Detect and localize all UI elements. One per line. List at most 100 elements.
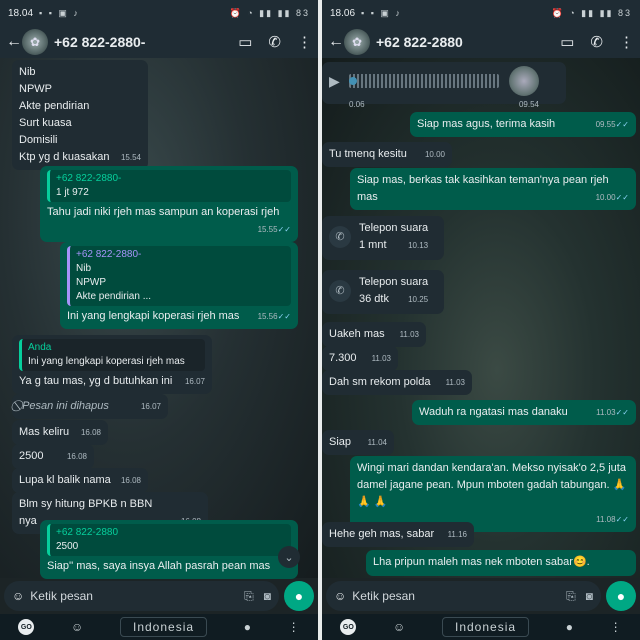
message-time: 10.13 — [408, 241, 429, 250]
call-duration: 1 mnt — [359, 239, 387, 251]
message-bubble-incoming[interactable]: Uakeh mas 11.03 — [322, 322, 426, 347]
message-text: Lupa kl balik nama — [19, 474, 111, 486]
attach-icon[interactable]: ⎘ — [244, 589, 254, 604]
smile-emoji: 😊 — [572, 556, 587, 568]
system-icons: ⏰ ◔ ▮▮ ▮▮ 83 — [229, 7, 310, 18]
message-list[interactable]: Nib NPWP Akte pendirian Surt kuasa Domis… — [0, 58, 318, 579]
quoted-sender: +62 822-2880 — [56, 527, 119, 538]
quoted-message[interactable]: +62 822-2880- Nib NPWP Akte pendirian ... — [67, 246, 291, 306]
message-bubble-incoming[interactable]: 2500 16.08 — [12, 444, 94, 469]
keyboard-language[interactable]: Indonesia — [119, 617, 208, 637]
video-call-icon[interactable]: ▭ — [560, 33, 574, 51]
message-bubble-outgoing[interactable]: Siap mas agus, terima kasih 09.55✓✓ — [410, 112, 636, 137]
back-arrow-icon[interactable]: ← — [328, 33, 344, 51]
go-keyboard-icon[interactable]: GO — [340, 619, 357, 635]
message-bubble-incoming[interactable]: Anda Ini yang lengkapi koperasi rjeh mas … — [12, 335, 212, 394]
message-bubble-incoming[interactable]: Hehe geh mas, sabar 11.16 — [322, 522, 474, 547]
message-bubble-incoming[interactable]: Lupa kl balik nama 16.08 — [12, 468, 148, 493]
contact-name[interactable]: +62 822-2880- — [54, 34, 174, 50]
message-text: Tahu jadi niki rjeh mas sampun an kopera… — [47, 206, 280, 218]
message-bubble-incoming[interactable]: Siap 11.04 — [322, 430, 394, 455]
message-bubble-outgoing[interactable]: +62 822-2880- Nib NPWP Akte pendirian ... I… — [60, 242, 298, 329]
quoted-sender: Anda — [28, 342, 52, 353]
message-text: 7.300 — [329, 352, 357, 364]
message-bubble-outgoing[interactable]: +62 822-2880 2500 Siap'' mas, saya insya … — [40, 520, 298, 579]
voice-call-icon[interactable]: ✆ — [268, 33, 281, 51]
read-receipt-icon: ✓✓ — [615, 408, 629, 417]
keyboard-mic-icon[interactable]: ● — [244, 620, 251, 634]
message-line: Surt kuasa — [19, 117, 72, 129]
message-list[interactable]: ▶ 0.06 09.54 Siap mas agus, terima kasih 0… — [322, 58, 640, 578]
message-time: 16.08 — [80, 428, 101, 437]
voice-message[interactable]: ▶ 0.06 09.54 — [322, 62, 566, 109]
message-time: 11.03 — [445, 378, 465, 387]
more-options-icon[interactable]: ⋮ — [297, 33, 312, 51]
emoji-keyboard-icon[interactable]: ☺ — [393, 620, 405, 634]
camera-icon[interactable]: ◙ — [586, 589, 593, 603]
quoted-text: 1 jt 972 — [56, 187, 89, 198]
contact-avatar[interactable]: ✿ — [22, 29, 48, 55]
more-options-icon[interactable]: ⋮ — [619, 33, 634, 51]
keyboard-more-icon[interactable]: ⋮ — [610, 620, 622, 634]
message-bubble-incoming[interactable]: Tu tmenq kesitu 10.00 — [322, 142, 452, 167]
quoted-text: Nib — [76, 263, 92, 274]
message-bubble-outgoing[interactable]: Lha pripun maleh mas nek mboten sabar😊. — [366, 550, 636, 576]
back-arrow-icon[interactable]: ← — [6, 33, 22, 51]
go-keyboard-icon[interactable]: GO — [18, 619, 35, 635]
message-bubble-incoming[interactable]: Dah sm rekom polda 11.03 — [322, 370, 472, 395]
message-text: Tu tmenq kesitu — [329, 148, 407, 160]
message-text: Wingi mari dandan kendara'an. Mekso nyis… — [357, 462, 626, 491]
camera-icon[interactable]: ◙ — [264, 589, 271, 603]
call-duration: 36 dtk — [359, 293, 389, 305]
scroll-down-icon[interactable]: ⌄ — [278, 546, 300, 568]
keyboard-more-icon[interactable]: ⋮ — [288, 620, 300, 634]
message-text: Pesan ini dihapus — [22, 400, 109, 412]
voice-waveform[interactable] — [349, 74, 499, 88]
voice-call-icon[interactable]: ✆ — [590, 33, 603, 51]
keyboard-language[interactable]: Indonesia — [441, 617, 530, 637]
message-bubble-incoming[interactable]: 7.300 11.03 — [322, 346, 398, 371]
message-bubble-incoming[interactable]: Nib NPWP Akte pendirian Surt kuasa Domis… — [12, 60, 148, 170]
status-time: 18.04 — [8, 7, 34, 19]
quoted-message[interactable]: Anda Ini yang lengkapi koperasi rjeh mas — [19, 339, 205, 371]
message-time: 15.56 — [257, 312, 278, 321]
message-bubble-outgoing[interactable]: Siap mas, berkas tak kasihkan teman'nya … — [350, 168, 636, 210]
message-bubble-incoming[interactable]: Mas keliru 16.08 — [12, 420, 108, 445]
attach-icon[interactable]: ⎘ — [566, 589, 576, 604]
contact-name[interactable]: +62 822-2880 — [376, 34, 496, 50]
message-time: 10.00 — [424, 150, 445, 159]
emoji-icon[interactable]: ☺ — [334, 589, 346, 603]
mic-button[interactable]: ● — [606, 581, 636, 611]
message-input[interactable]: ☺ Ketik pesan ⎘ ◙ — [326, 581, 601, 611]
message-input[interactable]: ☺ Ketik pesan ⎘ ◙ — [4, 581, 279, 611]
message-time: 16.07 — [140, 402, 161, 411]
message-line: NPWP — [19, 83, 52, 95]
status-bar: 18.06 ▪ ▪ ▣ ♪ ⏰ ◔ ▮▮ ▮▮ 83 — [322, 0, 640, 26]
mic-button[interactable]: ● — [284, 581, 314, 611]
missed-call-icon: ✆ — [329, 226, 351, 248]
contact-avatar[interactable]: ✿ — [344, 29, 370, 55]
notification-icons: ▪ ▪ ▣ ♪ — [39, 7, 80, 18]
message-time: 09.55 — [595, 120, 616, 129]
message-text: Siap mas agus, terima kasih — [417, 118, 556, 130]
play-icon[interactable]: ▶ — [329, 73, 349, 90]
emoji-icon[interactable]: ☺ — [12, 589, 24, 603]
message-text: Ya g tau mas, yg d butuhkan ini — [19, 375, 173, 387]
battery-level: 83 — [617, 7, 632, 18]
quoted-text: 2500 — [56, 541, 79, 552]
quoted-message[interactable]: +62 822-2880 2500 — [47, 524, 291, 556]
video-call-icon[interactable]: ▭ — [238, 33, 252, 51]
quoted-text: Akte pendirian ... — [76, 291, 152, 302]
call-log-bubble[interactable]: ✆ Telepon suara 36 dtk 10.25 — [322, 270, 444, 314]
playback-handle[interactable] — [349, 77, 357, 85]
message-composer: ☺ Ketik pesan ⎘ ◙ ● — [322, 578, 640, 614]
keyboard-mic-icon[interactable]: ● — [566, 620, 573, 634]
quoted-message[interactable]: +62 822-2880- 1 jt 972 — [47, 170, 291, 202]
call-log-bubble[interactable]: ✆ Telepon suara 1 mnt 10.13 — [322, 216, 444, 260]
message-bubble-outgoing[interactable]: Wingi mari dandan kendara'an. Mekso nyis… — [350, 456, 636, 532]
message-composer: ☺ Ketik pesan ⎘ ◙ ● — [0, 578, 318, 614]
emoji-keyboard-icon[interactable]: ☺ — [71, 620, 83, 634]
message-bubble-outgoing[interactable]: +62 822-2880- 1 jt 972 Tahu jadi niki rje… — [40, 166, 298, 242]
message-bubble-outgoing[interactable]: Waduh ra ngatasi mas danaku 11.03✓✓ — [412, 400, 636, 425]
message-bubble-deleted[interactable]: ⃠ Pesan ini dihapus16.07 — [12, 394, 168, 419]
